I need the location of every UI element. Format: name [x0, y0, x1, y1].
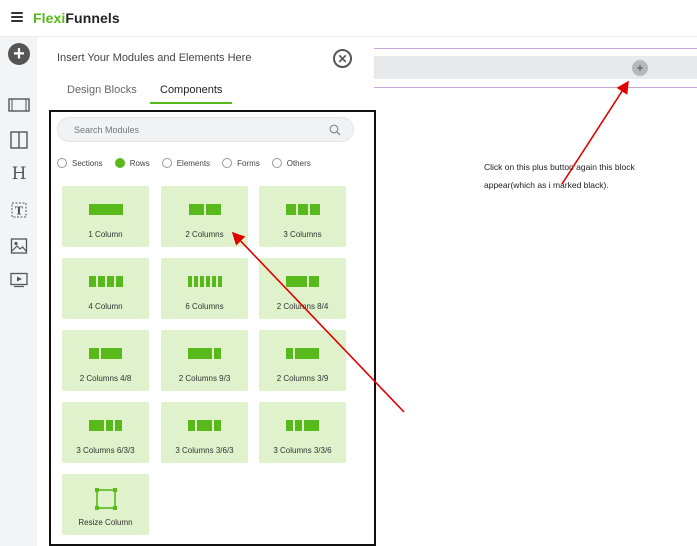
filter-label: Sections: [72, 158, 103, 168]
radio-rows[interactable]: [114, 158, 125, 168]
svg-text:H: H: [12, 164, 27, 182]
section-guide-bottom: [374, 87, 697, 88]
card-label: 2 Columns 3/9: [276, 374, 329, 383]
logo-flexi: Flexi: [33, 10, 66, 26]
top-bar: FlexiFunnels: [0, 0, 697, 37]
hamburger-menu-icon[interactable]: [11, 11, 23, 23]
three-columns-6-3-3-icon: [62, 420, 149, 431]
filter-label: Forms: [237, 158, 260, 168]
card-label: 3 Columns 3/3/6: [273, 446, 332, 455]
canvas-add-plus-icon[interactable]: +: [632, 60, 648, 76]
radio-elements[interactable]: [161, 158, 172, 168]
app-logo[interactable]: FlexiFunnels: [33, 10, 120, 26]
card-label: 3 Columns 3/6/3: [175, 446, 234, 455]
card-6-columns[interactable]: 6 Columns: [161, 258, 248, 319]
two-columns-4-8-icon: [62, 348, 149, 359]
filter-radio-group: Sections Rows Elements Forms Others: [57, 156, 323, 170]
annotation-note: Click on this plus button again this blo…: [484, 158, 684, 194]
three-columns-3-3-6-icon: [259, 420, 346, 431]
card-3-columns-3-6-3[interactable]: 3 Columns 3/6/3: [161, 402, 248, 463]
filter-label: Elements: [176, 158, 211, 168]
search-box: [57, 117, 354, 142]
text-icon[interactable]: T: [8, 200, 30, 220]
card-label: 2 Columns 9/3: [178, 374, 231, 383]
card-label: Resize Column: [78, 518, 133, 527]
card-3-columns-3-3-6[interactable]: 3 Columns 3/3/6: [259, 402, 346, 463]
card-3-columns-6-3-3[interactable]: 3 Columns 6/3/3: [62, 402, 149, 463]
filter-sections[interactable]: Sections: [57, 158, 103, 168]
columns-icon[interactable]: [8, 130, 30, 150]
logo-funnels: Funnels: [65, 10, 120, 26]
modules-panel: Insert Your Modules and Elements Here ✕ …: [37, 37, 376, 546]
card-2-columns-4-8[interactable]: 2 Columns 4/8: [62, 330, 149, 391]
card-label: 3 Columns: [283, 230, 322, 239]
note-line: appear(which as i marked black).: [484, 180, 609, 190]
card-label: 4 Column: [88, 302, 123, 311]
filter-others[interactable]: Others: [271, 158, 311, 168]
three-columns-icon: [259, 204, 346, 215]
card-label: 2 Columns 8/4: [276, 302, 329, 311]
add-element-plus-icon[interactable]: +: [8, 43, 30, 65]
card-1-column[interactable]: 1 Column: [62, 186, 149, 247]
close-icon[interactable]: ✕: [333, 49, 352, 68]
card-resize-column[interactable]: Resize Column: [62, 474, 149, 535]
search-icon[interactable]: [329, 124, 341, 136]
insert-row-band[interactable]: [374, 56, 697, 79]
heading-icon[interactable]: H: [8, 163, 30, 183]
card-3-columns[interactable]: 3 Columns: [259, 186, 346, 247]
four-columns-icon: [62, 276, 149, 287]
one-column-icon: [62, 204, 149, 215]
tab-components[interactable]: Components: [150, 84, 233, 104]
radio-others[interactable]: [271, 158, 282, 168]
panel-title: Insert Your Modules and Elements Here: [57, 52, 252, 64]
card-label: 2 Columns: [185, 230, 224, 239]
tab-design-blocks[interactable]: Design Blocks: [67, 84, 137, 102]
two-columns-3-9-icon: [259, 348, 346, 359]
video-icon[interactable]: [8, 270, 30, 290]
card-label: 1 Column: [88, 230, 123, 239]
card-label: 2 Columns 4/8: [79, 374, 132, 383]
resize-icon: [95, 488, 117, 510]
filter-forms[interactable]: Forms: [222, 158, 260, 168]
filter-label: Rows: [129, 158, 150, 168]
search-input[interactable]: [74, 124, 314, 135]
section-guide-top: [374, 48, 697, 49]
two-columns-8-4-icon: [259, 276, 346, 287]
card-label: 3 Columns 6/3/3: [76, 446, 135, 455]
radio-sections[interactable]: [57, 158, 67, 168]
six-columns-icon: [161, 276, 248, 287]
left-icon-rail: + H T: [0, 37, 42, 546]
svg-text:T: T: [15, 205, 24, 218]
image-icon[interactable]: [8, 236, 30, 256]
radio-forms[interactable]: [222, 158, 233, 168]
card-label: 6 Columns: [185, 302, 224, 311]
card-2-columns-8-4[interactable]: 2 Columns 8/4: [259, 258, 346, 319]
three-columns-3-6-3-icon: [161, 420, 248, 431]
note-line: Click on this plus button again this blo…: [484, 162, 635, 172]
card-2-columns-9-3[interactable]: 2 Columns 9/3: [161, 330, 248, 391]
filter-label: Others: [286, 158, 311, 168]
card-2-columns-3-9[interactable]: 2 Columns 3/9: [259, 330, 346, 391]
two-columns-9-3-icon: [161, 348, 248, 359]
filter-elements[interactable]: Elements: [161, 158, 211, 168]
filter-rows[interactable]: Rows: [114, 158, 150, 168]
card-4-column[interactable]: 4 Column: [62, 258, 149, 319]
two-columns-icon: [161, 204, 248, 215]
section-icon[interactable]: [8, 95, 30, 115]
card-2-columns[interactable]: 2 Columns: [161, 186, 248, 247]
